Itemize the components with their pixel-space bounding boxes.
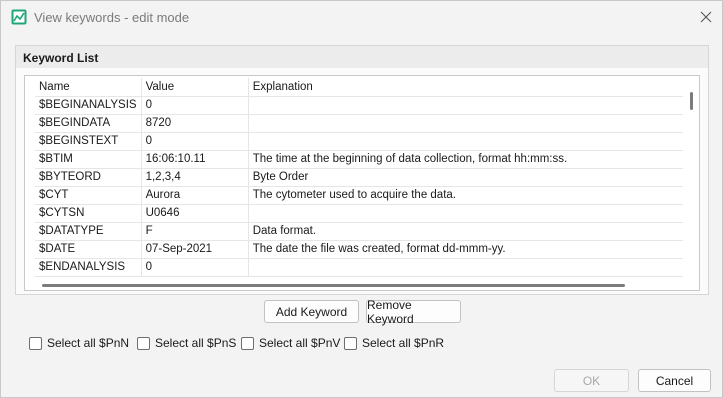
vertical-scroll-thumb[interactable]: [690, 92, 693, 110]
cell-explanation[interactable]: [248, 96, 683, 115]
cell-value[interactable]: 0: [141, 258, 249, 277]
cell-name[interactable]: $BTIM: [35, 150, 142, 169]
table-row[interactable]: $BEGINDATA 8720: [35, 114, 683, 133]
cell-value[interactable]: 0: [141, 132, 249, 151]
cell-explanation[interactable]: The time at the beginning of data collec…: [248, 150, 683, 169]
cell-name[interactable]: $ENDANALYSIS: [35, 258, 142, 277]
cell-value[interactable]: Aurora: [141, 186, 249, 205]
cell-name[interactable]: $CYT: [35, 186, 142, 205]
chart-app-icon: [11, 9, 27, 25]
cell-value[interactable]: 07-Sep-2021: [141, 240, 249, 259]
keyword-grid: Name Value Explanation $BEGINANALYSIS 0 $…: [35, 78, 683, 277]
close-icon: [700, 11, 712, 23]
add-keyword-button[interactable]: Add Keyword: [264, 300, 359, 323]
table-viewport: Name Value Explanation $BEGINANALYSIS 0 $…: [25, 76, 683, 277]
checkbox-box[interactable]: [29, 336, 42, 350]
cell-explanation[interactable]: [248, 132, 683, 151]
cell-name[interactable]: $BEGINANALYSIS: [35, 96, 142, 115]
keyword-list-group: Keyword List Name Value Explanation $BEG…: [15, 45, 709, 295]
checkbox-label: Select all $PnN: [47, 336, 130, 350]
cell-explanation[interactable]: [248, 204, 683, 223]
checkbox-label: Select all $PnV: [259, 336, 341, 350]
cell-explanation[interactable]: [248, 258, 683, 277]
cell-name[interactable]: $CYTSN: [35, 204, 142, 223]
group-title: Keyword List: [23, 51, 99, 65]
group-header: Keyword List: [16, 46, 708, 68]
column-header-value[interactable]: Value: [141, 78, 249, 97]
vertical-scrollbar[interactable]: [684, 76, 699, 277]
checkbox-label: Select all $PnR: [362, 336, 445, 350]
cell-name[interactable]: $BEGINSTEXT: [35, 132, 142, 151]
table-row[interactable]: $BEGINSTEXT 0: [35, 132, 683, 151]
checkbox-box[interactable]: [241, 336, 254, 350]
cell-value[interactable]: U0646: [141, 204, 249, 223]
cell-name[interactable]: $DATE: [35, 240, 142, 259]
checkbox-box[interactable]: [344, 336, 357, 350]
table-header-row: Name Value Explanation: [35, 78, 683, 97]
table-row[interactable]: $DATATYPE F Data format.: [35, 222, 683, 241]
checkbox-label: Select all $PnS: [155, 336, 237, 350]
dialog-window: View keywords - edit mode Keyword List N…: [0, 0, 723, 398]
keyword-table[interactable]: Name Value Explanation $BEGINANALYSIS 0 $…: [24, 75, 700, 291]
cell-name[interactable]: $BYTEORD: [35, 168, 142, 187]
table-row[interactable]: $BEGINANALYSIS 0: [35, 96, 683, 115]
cell-explanation[interactable]: [248, 114, 683, 133]
select-all-pns-checkbox[interactable]: Select all $PnS: [137, 335, 236, 351]
cell-value[interactable]: 1,2,3,4: [141, 168, 249, 187]
window-title: View keywords - edit mode: [34, 10, 190, 25]
select-all-pnn-checkbox[interactable]: Select all $PnN: [29, 335, 129, 351]
cell-value[interactable]: F: [141, 222, 249, 241]
cell-explanation[interactable]: The cytometer used to acquire the data.: [248, 186, 683, 205]
column-header-name[interactable]: Name: [35, 78, 142, 97]
table-row[interactable]: $DATE 07-Sep-2021 The date the file was cr…: [35, 240, 683, 259]
cell-value[interactable]: 8720: [141, 114, 249, 133]
cell-name[interactable]: $BEGINDATA: [35, 114, 142, 133]
table-row[interactable]: $BYTEORD 1,2,3,4 Byte Order: [35, 168, 683, 187]
table-row[interactable]: $CYTSN U0646: [35, 204, 683, 223]
cell-value[interactable]: 0: [141, 96, 249, 115]
select-all-pnr-checkbox[interactable]: Select all $PnR: [344, 335, 444, 351]
horizontal-scroll-thumb[interactable]: [42, 284, 625, 287]
cell-name[interactable]: $DATATYPE: [35, 222, 142, 241]
select-all-pnv-checkbox[interactable]: Select all $PnV: [241, 335, 340, 351]
cell-explanation[interactable]: The date the file was created, format dd…: [248, 240, 683, 259]
ok-button[interactable]: OK: [554, 369, 629, 392]
horizontal-scrollbar[interactable]: [25, 278, 683, 290]
table-row[interactable]: $ENDANALYSIS 0: [35, 258, 683, 277]
cell-value[interactable]: 16:06:10.11: [141, 150, 249, 169]
table-row[interactable]: $BTIM 16:06:10.11 The time at the beginnin…: [35, 150, 683, 169]
checkbox-box[interactable]: [137, 336, 150, 350]
cell-explanation[interactable]: Byte Order: [248, 168, 683, 187]
title-bar: View keywords - edit mode: [1, 1, 722, 34]
table-row[interactable]: $CYT Aurora The cytometer used to acquire …: [35, 186, 683, 205]
cancel-button[interactable]: Cancel: [638, 369, 711, 392]
close-button[interactable]: [693, 5, 719, 29]
column-header-explanation[interactable]: Explanation: [248, 78, 683, 97]
remove-keyword-button[interactable]: Remove Keyword: [366, 298, 461, 326]
cell-explanation[interactable]: Data format.: [248, 222, 683, 241]
